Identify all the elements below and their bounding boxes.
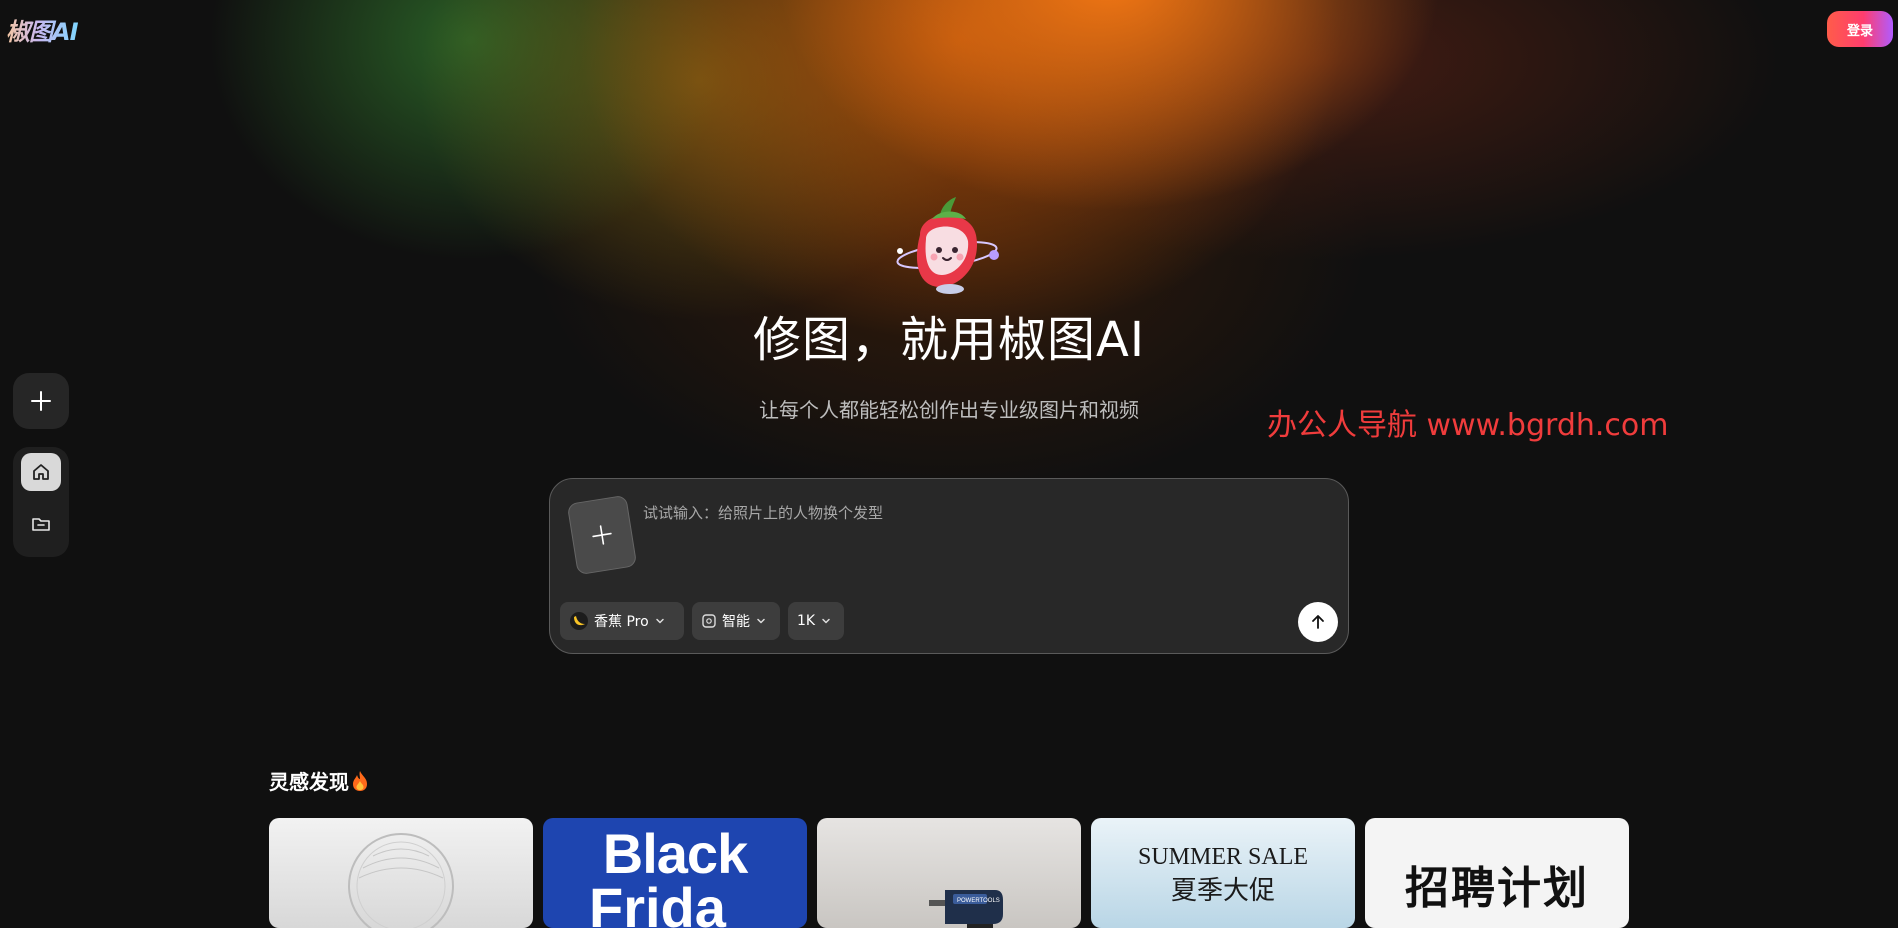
sidebar-item-home[interactable] [21, 453, 61, 491]
hero-title: 修图，就用椒图AI [753, 312, 1145, 368]
card-summer-sale-cn: 夏季大促 [1170, 876, 1275, 906]
sidebar-nav [13, 447, 69, 557]
card-black-friday-line2: Frida [589, 876, 726, 928]
inspiration-card-fan[interactable] [269, 818, 533, 928]
power-drill-illustration: POWERTOOLS [929, 890, 1003, 928]
resolution-select[interactable]: 1K [788, 602, 844, 640]
card-black-friday-line1: Black [602, 822, 748, 885]
mode-select[interactable]: 智能 [692, 602, 780, 640]
mode-select-label: 智能 [722, 614, 750, 630]
resolution-select-label: 1K [797, 613, 816, 629]
inspiration-card-drill[interactable]: POWERTOOLS [817, 818, 1081, 928]
folder-icon [32, 518, 50, 531]
app-logo[interactable]: 椒图AI [6, 12, 79, 47]
chevron-down-icon [822, 618, 830, 624]
watermark-text: 办公人导航 www.bgrdh.com [1267, 408, 1669, 443]
fan-illustration [348, 833, 454, 928]
plus-icon [592, 525, 612, 545]
smart-mode-icon [702, 614, 716, 628]
model-select[interactable]: 香蕉 Pro [560, 602, 684, 640]
banana-icon [570, 612, 588, 630]
pepper-mascot-illustration [896, 197, 999, 294]
inspiration-title-text: 灵感发现 [269, 770, 349, 794]
sidebar-item-files[interactable] [21, 505, 61, 543]
inspiration-section-title: 灵感发现 [269, 766, 369, 795]
prompt-input[interactable] [643, 501, 1323, 525]
upload-image-button[interactable] [566, 494, 638, 576]
fire-icon [353, 770, 367, 791]
send-button[interactable] [1298, 602, 1338, 642]
login-button[interactable]: 登录 [1827, 11, 1893, 47]
arrow-up-icon [1312, 615, 1324, 629]
card-summer-sale-en: SUMMER SALE [1137, 844, 1309, 870]
chevron-down-icon [757, 618, 765, 624]
inspiration-card-summer-sale[interactable]: SUMMER SALE 夏季大促 [1091, 818, 1355, 928]
model-select-label: 香蕉 Pro [594, 614, 649, 630]
home-icon [33, 464, 49, 480]
prompt-composer: 香蕉 Pro 智能 1K [549, 478, 1349, 654]
card-drill-brand: POWERTOOLS [957, 898, 1000, 904]
chevron-down-icon [655, 618, 664, 624]
card-recruit-text: 招聘计划 [1405, 863, 1589, 914]
inspiration-card-recruit[interactable]: 招聘计划 [1365, 818, 1629, 928]
inspiration-card-black-friday[interactable]: Black Frida [543, 818, 807, 928]
